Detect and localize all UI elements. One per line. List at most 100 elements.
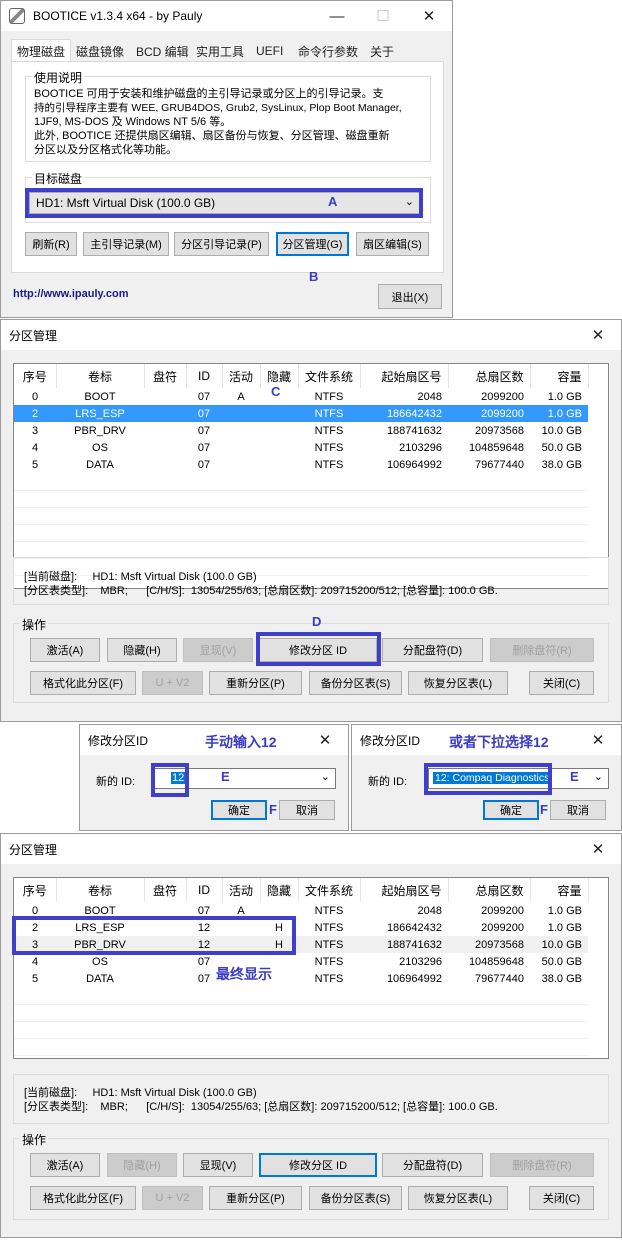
column-header[interactable]: 卷标 bbox=[56, 878, 145, 902]
partition-manage-button[interactable]: 分区管理(G) bbox=[276, 232, 349, 256]
usage-line: 此外, BOOTICE 还提供扇区编辑、扇区备份与恢复、分区管理、磁盘重新 bbox=[34, 130, 390, 142]
close-icon[interactable]: ✕ bbox=[302, 725, 348, 755]
column-header[interactable]: 卷标 bbox=[56, 364, 145, 388]
table-row[interactable]: 4 OS 07 NTFS 2103296 104859648 50.0 GB bbox=[14, 953, 588, 970]
partition-table-2: 序号 卷标 盘符 ID 活动 隐藏 文件系统 起始扇区号 总扇区数 容量 0 BOOT 07 A NTFS 2… bbox=[14, 878, 589, 1056]
table-cell: 79677440 bbox=[475, 972, 524, 985]
column-header[interactable]: 总扇区数 bbox=[448, 364, 531, 388]
unhide-button[interactable]: 显现(V) bbox=[183, 638, 253, 662]
table-cell: DATA bbox=[86, 458, 114, 471]
table-cell bbox=[260, 456, 298, 473]
column-header[interactable]: 文件系统 bbox=[298, 878, 361, 902]
tab-disk-image[interactable]: 磁盘镜像 bbox=[71, 41, 129, 61]
unhide-button[interactable]: 显现(V) bbox=[183, 1153, 253, 1177]
remove-letter-button[interactable]: 删除盘符(R) bbox=[490, 1153, 594, 1177]
close-icon[interactable]: ✕ bbox=[575, 834, 621, 864]
activate-button[interactable]: 激活(A) bbox=[30, 638, 100, 662]
column-header[interactable]: 起始扇区号 bbox=[360, 364, 449, 388]
ok-button-2[interactable]: 确定 bbox=[483, 800, 539, 820]
column-header[interactable]: 序号 bbox=[14, 878, 57, 902]
ok-button-1[interactable]: 确定 bbox=[211, 800, 267, 820]
table-cell: BOOT bbox=[84, 390, 116, 403]
column-header[interactable]: 活动 bbox=[222, 364, 261, 388]
table-cell: 188741632 bbox=[386, 424, 442, 437]
tab-about[interactable]: 关于 bbox=[365, 41, 399, 61]
column-header[interactable]: 容量 bbox=[530, 364, 589, 388]
refresh-button[interactable]: 刷新(R) bbox=[25, 232, 77, 256]
hide-button[interactable]: 隐藏(H) bbox=[107, 638, 177, 662]
repartition-button[interactable]: 重新分区(P) bbox=[209, 671, 302, 695]
hide-button[interactable]: 隐藏(H) bbox=[107, 1153, 177, 1177]
assign-letter-button[interactable]: 分配盘符(D) bbox=[382, 638, 483, 662]
repartition-button[interactable]: 重新分区(P) bbox=[209, 1186, 302, 1210]
tab-utilities[interactable]: 实用工具 bbox=[191, 41, 249, 61]
table-cell bbox=[222, 439, 260, 456]
table-cell: NTFS bbox=[314, 955, 344, 968]
sector-edit-button[interactable]: 扇区编辑(S) bbox=[356, 232, 429, 256]
column-header[interactable]: 活动 bbox=[222, 878, 261, 902]
table-cell: NTFS bbox=[298, 936, 360, 953]
column-header[interactable]: 盘符 bbox=[144, 878, 187, 902]
annotation-box-d bbox=[256, 632, 381, 666]
column-header[interactable]: 隐藏 bbox=[260, 878, 299, 902]
empty-row bbox=[14, 507, 588, 525]
backup-table-button[interactable]: 备份分区表(S) bbox=[309, 1186, 402, 1210]
table-cell: 10.0 GB bbox=[541, 424, 582, 437]
website-link[interactable]: http://www.ipauly.com bbox=[13, 288, 129, 300]
table-cell: 1.0 GB bbox=[530, 405, 588, 422]
annotation-f2: F bbox=[540, 802, 548, 817]
column-header[interactable]: ID bbox=[186, 364, 223, 388]
tab-uefi[interactable]: UEFI bbox=[251, 41, 288, 61]
backup-table-button[interactable]: 备份分区表(S) bbox=[309, 671, 402, 695]
column-header[interactable]: 序号 bbox=[14, 364, 57, 388]
empty-row bbox=[14, 490, 588, 508]
close-icon[interactable]: ✕ bbox=[575, 725, 621, 755]
table-row[interactable]: 4 OS 07 NTFS 2103296 104859648 50.0 GB bbox=[14, 439, 588, 456]
format-button[interactable]: 格式化此分区(F) bbox=[30, 1186, 136, 1210]
partition-manager-window-2: 分区管理 ✕ 序号 卷标 盘符 ID 活动 隐藏 文件系统 起始扇区号 总扇区数 容量 0 BOOT 0… bbox=[0, 833, 622, 1238]
table-cell: 3 bbox=[31, 424, 39, 437]
table-row[interactable]: 5 DATA 07 NTFS 106964992 79677440 38.0 GB bbox=[14, 456, 588, 473]
table-cell: 07 bbox=[197, 441, 211, 454]
minimize-icon[interactable]: — bbox=[314, 1, 360, 31]
column-header[interactable]: 文件系统 bbox=[298, 364, 361, 388]
uv2-button[interactable]: U + V2 bbox=[142, 1186, 203, 1210]
mbr-button[interactable]: 主引导记录(M) bbox=[83, 232, 169, 256]
column-header[interactable]: ID bbox=[186, 878, 223, 902]
assign-letter-button[interactable]: 分配盘符(D) bbox=[382, 1153, 483, 1177]
remove-letter-button[interactable]: 删除盘符(R) bbox=[490, 638, 594, 662]
column-header[interactable]: 起始扇区号 bbox=[360, 878, 449, 902]
tab-physical-disk[interactable]: 物理磁盘 bbox=[11, 39, 72, 62]
table-row[interactable]: 0 BOOT 07 A NTFS 2048 2099200 1.0 GB bbox=[14, 388, 588, 405]
tab-cmdline[interactable]: 命令行参数 bbox=[293, 41, 363, 61]
pbr-button[interactable]: 分区引导记录(P) bbox=[174, 232, 269, 256]
partition-list-2[interactable]: 序号 卷标 盘符 ID 活动 隐藏 文件系统 起始扇区号 总扇区数 容量 0 BOOT 07 A NTFS 2… bbox=[13, 877, 609, 1059]
activate-button[interactable]: 激活(A) bbox=[30, 1153, 100, 1177]
close-button[interactable]: 关闭(C) bbox=[529, 671, 594, 695]
table-row[interactable]: 3 PBR_DRV 07 NTFS 188741632 20973568 10.0 GB bbox=[14, 422, 588, 439]
close-icon[interactable]: ✕ bbox=[406, 1, 452, 31]
column-header[interactable]: 盘符 bbox=[144, 364, 187, 388]
change-id-button[interactable]: 修改分区 ID bbox=[259, 1153, 377, 1177]
uv2-button[interactable]: U + V2 bbox=[142, 671, 203, 695]
partition-list-1[interactable]: 序号 卷标 盘符 ID 活动 隐藏 文件系统 起始扇区号 总扇区数 容量 0 BOOT 07 A NTFS 2… bbox=[13, 363, 609, 589]
table-cell bbox=[222, 422, 260, 439]
close-button[interactable]: 关闭(C) bbox=[529, 1186, 594, 1210]
exit-button[interactable]: 退出(X) bbox=[378, 284, 442, 309]
table-cell: A bbox=[237, 390, 245, 403]
restore-table-button[interactable]: 恢复分区表(L) bbox=[408, 671, 508, 695]
cancel-button-1[interactable]: 取消 bbox=[279, 800, 335, 820]
tab-bcd-edit[interactable]: BCD 编辑 bbox=[131, 41, 194, 61]
format-button[interactable]: 格式化此分区(F) bbox=[30, 671, 136, 695]
column-header[interactable]: 容量 bbox=[530, 878, 589, 902]
table-cell bbox=[144, 953, 186, 970]
table-cell: 2099200 bbox=[481, 390, 524, 403]
table-row[interactable]: 2 LRS_ESP 07 NTFS 186642432 2099200 1.0 GB bbox=[14, 405, 588, 422]
cancel-button-2[interactable]: 取消 bbox=[550, 800, 606, 820]
restore-table-button[interactable]: 恢复分区表(L) bbox=[408, 1186, 508, 1210]
table-cell: NTFS bbox=[314, 424, 344, 437]
pm1-title: 分区管理 bbox=[9, 328, 58, 343]
close-icon[interactable]: ✕ bbox=[575, 320, 621, 350]
column-header[interactable]: 总扇区数 bbox=[448, 878, 531, 902]
table-row[interactable]: 5 DATA 07 NTFS 106964992 79677440 38.0 GB bbox=[14, 970, 588, 987]
